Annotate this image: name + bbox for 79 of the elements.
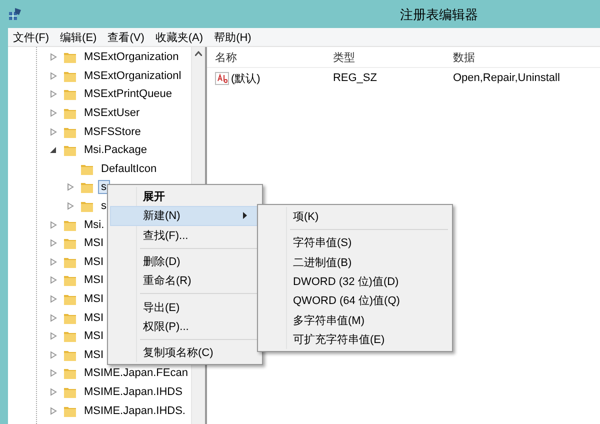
tree-item[interactable]: MSI [81,329,107,344]
menu-bar-item[interactable]: 查看(V) [102,28,150,46]
expand-arrow-icon[interactable] [50,90,57,98]
tree-item[interactable]: MSExtOrganization [81,50,182,64]
menu-item[interactable]: 展开 [110,187,260,206]
registry-editor-icon [8,7,22,21]
folder-icon [63,50,77,64]
value-name: (默认) [230,72,260,86]
menu-bar-item[interactable]: 帮助(H) [209,28,258,46]
expand-arrow-icon[interactable] [50,388,57,396]
expand-arrow-icon[interactable] [50,72,57,80]
tree-item[interactable]: MSI [81,236,107,250]
tree-item[interactable]: MSExtOrganizationl [81,68,184,83]
menu-bar-item[interactable]: 编辑(E) [55,28,103,46]
expand-arrow-icon[interactable] [50,406,57,415]
tree-item[interactable]: MSI [81,292,107,306]
expand-arrow-icon[interactable] [50,258,57,266]
tree-item[interactable]: MSExtPrintQueue [81,87,176,102]
menu-item[interactable]: 项(K) [260,207,450,226]
expand-arrow-icon[interactable] [67,183,74,192]
menu-item[interactable]: 二进制值(B) [260,252,450,272]
folder-icon [63,143,77,158]
column-header[interactable]: 数据 [444,50,600,64]
expand-arrow-icon[interactable] [67,202,74,210]
expand-arrow-icon[interactable] [50,314,57,322]
tree-item[interactable]: Msi.Package [81,143,150,158]
menu-item[interactable]: 新建(N) [110,206,260,226]
scroll-up-icon[interactable] [194,51,202,56]
tree-item[interactable]: MSI [81,273,107,288]
column-header[interactable]: 类型 [324,50,445,64]
menu-item[interactable]: 可扩充字符串值(E) [260,330,450,350]
menu-item[interactable]: 删除(D) [110,252,260,272]
folder-icon [63,366,77,380]
expand-arrow-icon[interactable] [50,276,57,284]
tree-item[interactable]: MSIME.Japan.IHDS. [81,404,188,418]
folder-icon [80,199,94,214]
value-data: Open,Repair,Uninstall [452,72,560,84]
tree-item[interactable]: MSIME.Japan.FEcan [81,366,191,380]
menu-item[interactable]: 多字符串值(M) [260,310,450,330]
menu-item[interactable]: 复制项名称(C) [110,343,260,362]
tree-item[interactable]: s [98,199,110,214]
expand-arrow-icon[interactable] [50,350,57,359]
tree-item[interactable]: MSIME.Japan.IHDS [81,384,186,399]
folder-icon [63,87,77,102]
menu-item[interactable]: 查找(F)... [110,226,260,245]
menu-item[interactable]: QWORD (64 位)值(Q) [260,291,450,310]
window-title: 注册表编辑器 [400,6,478,24]
menu-item[interactable]: 导出(E) [110,297,260,317]
column-header[interactable]: 名称 [206,50,325,64]
collapse-arrow-icon[interactable] [50,146,57,154]
menu-item[interactable]: DWORD (32 位)值(D) [260,272,450,292]
expand-arrow-icon[interactable] [50,220,57,229]
folder-icon [63,329,77,344]
folder-icon [80,180,94,194]
tree-item[interactable]: MSFSStore [81,124,144,139]
expand-arrow-icon[interactable] [50,295,57,304]
folder-icon [63,106,77,120]
expand-arrow-icon[interactable] [50,239,57,248]
menu-item[interactable]: 权限(P)... [110,316,260,336]
expand-arrow-icon[interactable] [50,332,57,340]
value-type: REG_SZ [332,72,377,84]
menu-item[interactable]: 字符串值(S) [260,233,450,253]
expand-arrow-icon[interactable] [50,109,57,118]
tree-item[interactable]: MSI [81,254,107,269]
tree-item[interactable]: MSExtUser [81,106,143,120]
folder-icon [63,273,77,288]
tree-item[interactable]: Msi. [81,218,108,232]
expand-arrow-icon[interactable] [50,53,57,62]
menu-bar-item[interactable]: 文件(F) [8,28,56,46]
expand-arrow-icon[interactable] [50,369,57,378]
menu-item[interactable]: 重命名(R) [110,271,260,290]
folder-icon [63,292,77,306]
tree-item[interactable]: MSI [81,348,107,362]
tree-item[interactable]: MSI [81,310,107,325]
tree-item[interactable]: DefaultIcon [98,162,160,176]
menu-bar-item[interactable]: 收藏夹(A) [150,28,210,46]
folder-icon [63,236,77,250]
expand-arrow-icon[interactable] [50,128,57,136]
string-value-icon [214,72,229,84]
